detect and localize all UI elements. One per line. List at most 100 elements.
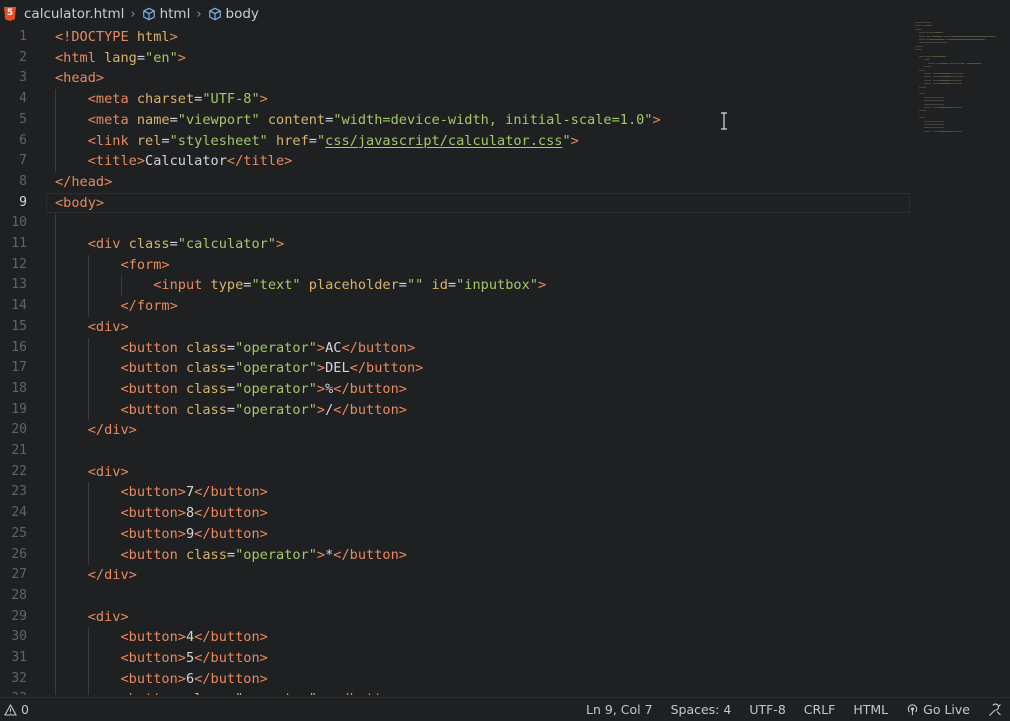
code-line[interactable]: 22 <div> (0, 462, 1010, 483)
code-text: <div> (55, 462, 129, 483)
code-token: "text" (251, 277, 301, 294)
line-number: 1 (19, 29, 27, 44)
code-text: </form> (55, 296, 177, 317)
code-line[interactable]: 2 <html lang="en"> (0, 48, 1010, 69)
breadcrumb-item-html[interactable]: html (139, 6, 194, 22)
code-token: "operator" (235, 401, 317, 418)
code-line[interactable]: 12 <form> (0, 255, 1010, 276)
minimap-mark (919, 110, 926, 112)
code-text: <button class="operator">AC</button> (55, 338, 415, 359)
minimap-mark (933, 120, 944, 122)
code-token: class (185, 339, 227, 356)
cursor-position[interactable]: Ln 9, Col 7 (577, 702, 662, 717)
code-token: Calculator (145, 153, 227, 170)
eol-setting[interactable]: CRLF (795, 702, 845, 717)
line-number: 7 (19, 153, 27, 169)
minimap-mark (951, 39, 984, 40)
minimap-mark (931, 35, 943, 37)
go-live-button[interactable]: Go Live (897, 702, 979, 717)
code-line[interactable]: 5 <meta name="viewport" content="width=d… (0, 110, 1010, 131)
minimap-mark (933, 124, 944, 125)
language-mode[interactable]: HTML (844, 702, 897, 717)
code-line[interactable]: 31 <button>5</button> (0, 648, 1010, 669)
code-line[interactable]: 25 <button>9</button> (0, 524, 1010, 545)
minimap-mark (915, 25, 921, 27)
code-text: <button class="operator">DEL</button> (55, 358, 423, 379)
code-line[interactable]: 15 <div> (0, 317, 1010, 338)
minimap-mark (915, 49, 922, 51)
minimap[interactable] (915, 22, 1005, 142)
code-token: > (169, 29, 178, 45)
code-line[interactable]: 28 (0, 586, 1010, 607)
code-token: </button> (333, 691, 407, 695)
code-token: content (267, 111, 326, 128)
code-line[interactable]: 1 <!DOCTYPE html> (0, 27, 1010, 48)
code-line[interactable]: 20 </div> (0, 420, 1010, 441)
code-line[interactable]: 26 <button class="operator">*</button> (0, 545, 1010, 566)
code-token: "operator" (235, 339, 317, 356)
code-editor[interactable]: 1 <!DOCTYPE html> 2 <html lang="en"> 3 <head>… (0, 27, 1010, 695)
code-line[interactable]: 3 <head> (0, 68, 1010, 89)
code-token: > (259, 91, 268, 108)
code-line[interactable]: 4 <meta charset="UTF-8"> (0, 89, 1010, 110)
code-token: = (227, 691, 235, 695)
minimap-mark (949, 62, 962, 64)
code-text: <div class="calculator"> (55, 234, 284, 255)
breadcrumb-item-body[interactable]: body (205, 6, 262, 22)
code-line[interactable]: 24 <button>8</button> (0, 503, 1010, 524)
minimap-mark (953, 73, 964, 74)
code-line[interactable]: 29 <div> (0, 607, 1010, 628)
indentation-setting[interactable]: Spaces: 4 (662, 702, 741, 717)
code-token: "width=device-width, initial-scale=1.0" (333, 111, 653, 128)
code-token: " (562, 132, 571, 149)
code-line[interactable]: 14 </form> (0, 296, 1010, 317)
code-line[interactable]: 8 </head> (0, 172, 1010, 193)
line-number: 8 (19, 173, 27, 189)
breadcrumb-file[interactable]: 5 calculator.html (0, 6, 127, 22)
code-line[interactable]: 10 (0, 213, 1010, 234)
text-cursor-icon (721, 112, 727, 130)
encoding-setting[interactable]: UTF-8 (740, 702, 794, 717)
line-number: 12 (11, 256, 27, 272)
code-line[interactable]: 6 <link rel="stylesheet" href="css/javas… (0, 131, 1010, 152)
code-token: " (316, 132, 326, 149)
code-token: "en" (145, 49, 178, 66)
code-line[interactable]: 17 <button class="operator">DEL</button> (0, 358, 1010, 379)
code-text: <div> (55, 607, 129, 628)
code-text: <head> (55, 68, 104, 89)
code-line[interactable]: 13 <input type="text" placeholder="" id=… (0, 275, 1010, 296)
code-line[interactable]: 7 <title>Calculator</title> (0, 151, 1010, 172)
code-line[interactable]: 11 <div class="calculator"> (0, 234, 1010, 255)
minimap-mark (919, 56, 924, 57)
minimap-mark (995, 35, 997, 37)
code-line[interactable]: 32 <button>6</button> (0, 669, 1010, 690)
code-line[interactable]: 9 <body> (0, 192, 1010, 214)
code-text: <form> (55, 255, 169, 276)
code-line[interactable]: 21 (0, 441, 1010, 462)
indent-guide (87, 254, 89, 317)
feedback-icon (989, 703, 1001, 716)
minimap-mark (923, 107, 932, 108)
code-line[interactable]: 19 <button class="operator">/</button> (0, 400, 1010, 421)
line-number: 18 (11, 380, 27, 396)
line-number: 21 (11, 443, 27, 458)
minimap-mark (923, 59, 931, 61)
code-line[interactable]: 30 <button>4</button> (0, 627, 1010, 648)
code-line[interactable]: 27 </div> (0, 565, 1010, 586)
feedback-button[interactable] (979, 703, 1004, 717)
code-line[interactable]: 33 <button class="operator">-</button> (0, 689, 1010, 695)
code-token: > (317, 691, 325, 695)
code-token: 4 (185, 629, 195, 646)
code-line[interactable]: 23 <button>7</button> (0, 482, 1010, 503)
code-line[interactable]: 16 <button class="operator">AC</button> (0, 338, 1010, 359)
code-token: class (185, 380, 227, 397)
code-token: rel (136, 132, 162, 149)
line-number: 27 (11, 567, 27, 583)
minimap-mark (915, 22, 925, 23)
code-token: <button (120, 360, 186, 377)
indent-guide (55, 213, 56, 695)
problems-indicator[interactable]: 0 (4, 702, 38, 717)
code-line[interactable]: 18 <button class="operator">%</button> (0, 379, 1010, 400)
code-text: <title>Calculator</title> (55, 151, 293, 172)
code-token: css/javascript/calculator.css (325, 132, 563, 149)
